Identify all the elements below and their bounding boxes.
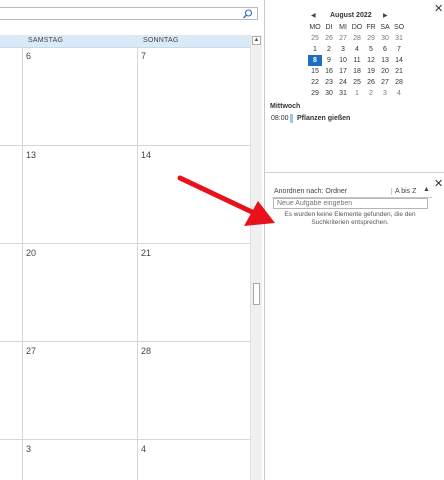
day-number: 14 (141, 150, 152, 160)
empty-tasks-message: Es wurden keine Elemente gefunden, die d… (284, 211, 416, 226)
close-calendar-peek-icon[interactable]: ✕ (434, 3, 443, 14)
agenda-day-label: Mittwoch (270, 103, 301, 110)
mini-calendar-day[interactable]: 18 (350, 66, 364, 77)
grid-line (22, 47, 23, 480)
mini-calendar-day[interactable]: 3 (336, 44, 350, 55)
grid-line (0, 341, 250, 342)
mini-calendar-day[interactable]: 1 (308, 44, 322, 55)
grid-line (0, 145, 250, 146)
mini-calendar-day[interactable]: 17 (336, 66, 350, 77)
new-task-input[interactable] (273, 198, 428, 209)
arrange-by-label[interactable]: Anordnen nach: Ordner (274, 188, 347, 195)
appointment-color-bar (290, 114, 293, 123)
scroll-up-button[interactable]: ▲ (252, 36, 261, 45)
mini-calendar-day[interactable]: 31 (392, 33, 406, 44)
weekday-label: MO (309, 24, 321, 31)
day-number: 20 (26, 248, 37, 258)
mini-calendar-day[interactable]: 21 (392, 66, 406, 77)
mini-calendar-day[interactable]: 29 (308, 88, 322, 99)
day-number: 6 (26, 51, 32, 61)
mini-calendar-day[interactable]: 26 (364, 77, 378, 88)
mini-calendar-day[interactable]: 19 (364, 66, 378, 77)
mini-calendar-title: August 2022 (330, 12, 372, 19)
search-icon[interactable] (242, 9, 253, 19)
mini-calendar-day[interactable]: 28 (350, 33, 364, 44)
mini-calendar-day[interactable]: 25 (350, 77, 364, 88)
mini-calendar-day[interactable]: 5 (364, 44, 378, 55)
mini-calendar-day[interactable]: 20 (378, 66, 392, 77)
day-number: 7 (141, 51, 147, 61)
mini-calendar-day[interactable]: 9 (322, 55, 336, 66)
day-number: 21 (141, 248, 152, 258)
sort-up-icon[interactable]: ▲ (423, 186, 430, 193)
grid-line (0, 243, 250, 244)
day-number: 28 (141, 346, 152, 356)
sort-order-label[interactable]: A bis Z (391, 188, 416, 195)
mini-calendar-day[interactable]: 16 (322, 66, 336, 77)
pane-divider[interactable] (264, 0, 265, 480)
mini-calendar-day[interactable]: 29 (364, 33, 378, 44)
mini-calendar-day[interactable]: 12 (364, 55, 378, 66)
mini-calendar-day[interactable]: 11 (350, 55, 364, 66)
mini-calendar-day[interactable]: 30 (378, 33, 392, 44)
grid-line (137, 47, 138, 480)
mini-calendar-day[interactable]: 3 (378, 88, 392, 99)
appointment-time: 08:00 (271, 115, 289, 122)
mini-calendar-day[interactable]: 6 (378, 44, 392, 55)
weekday-label: DI (325, 24, 333, 31)
mini-calendar-day[interactable]: 8 (308, 55, 322, 66)
mini-calendar-day[interactable]: 25 (308, 33, 322, 44)
mini-calendar-day[interactable]: 2 (322, 44, 336, 55)
day-number: 27 (26, 346, 37, 356)
mini-calendar-day[interactable]: 2 (364, 88, 378, 99)
weekday-label: DO (351, 24, 363, 31)
mini-calendar-day[interactable]: 4 (350, 44, 364, 55)
mini-calendar-day[interactable]: 1 (350, 88, 364, 99)
mini-calendar-day[interactable]: 23 (322, 77, 336, 88)
vertical-scrollbar[interactable]: ▲ (250, 35, 262, 480)
day-number: 4 (141, 444, 147, 454)
triangle-left-icon[interactable]: ◀ (311, 12, 316, 19)
scroll-thumb[interactable] (253, 283, 260, 305)
day-number: 13 (26, 150, 37, 160)
weekday-label: SO (393, 24, 405, 31)
mini-calendar-day[interactable]: 10 (336, 55, 350, 66)
mini-calendar-day[interactable]: 27 (336, 33, 350, 44)
mini-calendar-day[interactable]: 27 (378, 77, 392, 88)
pane-separator (265, 172, 444, 173)
mini-calendar-day[interactable]: 24 (336, 77, 350, 88)
day-header-saturday: SAMSTAG (28, 37, 64, 44)
grid-line (0, 439, 250, 440)
day-number: 3 (26, 444, 32, 454)
search-box[interactable] (0, 7, 258, 20)
close-tasks-peek-icon[interactable]: ✕ (434, 178, 443, 189)
mini-calendar-day[interactable]: 22 (308, 77, 322, 88)
mini-calendar-day[interactable]: 26 (322, 33, 336, 44)
triangle-right-icon[interactable]: ▶ (383, 12, 388, 19)
red-arrow-icon (177, 175, 275, 226)
weekday-label: MI (339, 24, 347, 31)
mini-calendar-day[interactable]: 14 (392, 55, 406, 66)
mini-calendar-day[interactable]: 15 (308, 66, 322, 77)
weekday-label: FR (366, 24, 376, 31)
mini-calendar-day[interactable]: 7 (392, 44, 406, 55)
mini-calendar-day[interactable]: 30 (322, 88, 336, 99)
weekday-label: SA (380, 24, 390, 31)
day-header-sunday: SONNTAG (143, 37, 179, 44)
appointment-title[interactable]: Pflanzen gießen (297, 115, 350, 122)
mini-calendar-day[interactable]: 31 (336, 88, 350, 99)
mini-calendar-day[interactable]: 28 (392, 77, 406, 88)
weekday-header: SAMSTAG SONNTAG (0, 35, 250, 48)
mini-calendar-day[interactable]: 13 (378, 55, 392, 66)
mini-calendar-day[interactable]: 4 (392, 88, 406, 99)
